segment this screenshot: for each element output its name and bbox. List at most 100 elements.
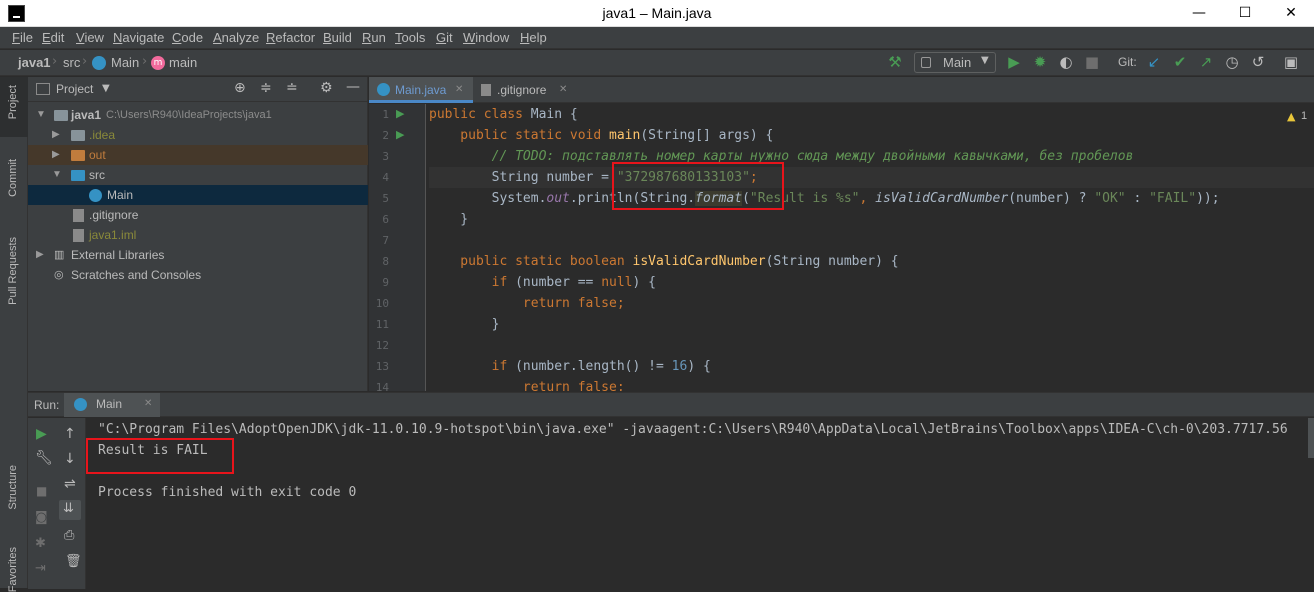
- stop-icon[interactable]: ■: [36, 484, 47, 498]
- arrow-down-icon[interactable]: ↓: [64, 451, 76, 467]
- settings-icon[interactable]: ✱: [35, 536, 46, 551]
- menu-build[interactable]: Build: [323, 30, 352, 45]
- coverage-icon[interactable]: ◐: [1057, 53, 1075, 71]
- menu-bar: File Edit View Navigate Code Analyze Ref…: [0, 27, 1314, 49]
- line-number: 8: [382, 255, 389, 268]
- run-tab-main[interactable]: Main ✕: [64, 393, 160, 417]
- breadcrumb-src[interactable]: src: [63, 55, 80, 70]
- menu-view[interactable]: View: [76, 30, 104, 45]
- menu-tools[interactable]: Tools: [395, 30, 425, 45]
- menu-analyze[interactable]: Analyze: [213, 30, 259, 45]
- run-configuration-select[interactable]: Main ▼: [914, 52, 996, 73]
- tab-main-java[interactable]: Main.java ✕: [369, 77, 473, 103]
- locate-file-icon[interactable]: ⊕: [234, 80, 246, 96]
- breadcrumb-method[interactable]: main: [169, 55, 197, 70]
- rollback-icon[interactable]: ↺: [1249, 53, 1267, 71]
- hide-icon[interactable]: —: [346, 79, 360, 95]
- scratches-icon: ◎: [54, 269, 64, 281]
- minimize-button[interactable]: —: [1176, 0, 1222, 27]
- tree-item-out[interactable]: ▶ out: [28, 145, 368, 165]
- breadcrumb-project[interactable]: java1: [18, 55, 51, 70]
- tool-tab-structure[interactable]: Structure: [7, 465, 19, 510]
- maximize-button[interactable]: ☐: [1222, 0, 1268, 27]
- gear-icon[interactable]: ⚙: [320, 80, 333, 96]
- window-title: java1 – Main.java: [602, 5, 712, 21]
- menu-code[interactable]: Code: [172, 30, 203, 45]
- debug-icon[interactable]: ✹: [1031, 53, 1049, 71]
- trash-icon[interactable]: 🗑︎: [65, 554, 82, 569]
- tree-item-idea[interactable]: ▶ .idea: [28, 125, 368, 145]
- print-icon[interactable]: ⎙: [64, 528, 74, 543]
- code-line: }: [429, 212, 469, 227]
- git-update-icon[interactable]: ↙: [1145, 53, 1163, 71]
- code-area[interactable]: public class Main { public static void m…: [429, 104, 1314, 391]
- expand-all-icon[interactable]: ≑: [260, 80, 272, 96]
- camera-icon[interactable]: ◙: [35, 510, 48, 525]
- wrench-icon[interactable]: 🔧︎: [35, 450, 53, 466]
- git-commit-icon[interactable]: ✔: [1171, 53, 1189, 71]
- code-editor: Main.java ✕ .gitignore ✕ 1 2 3 4 5 6 7 8…: [369, 77, 1314, 394]
- run-gutter-icon[interactable]: ▶: [396, 107, 404, 120]
- menu-run[interactable]: Run: [362, 30, 386, 45]
- run-label: Run:: [34, 398, 60, 412]
- tree-item-iml[interactable]: java1.iml: [28, 225, 368, 245]
- git-push-icon[interactable]: ↗: [1197, 53, 1215, 71]
- tool-tab-project[interactable]: Project: [7, 85, 19, 119]
- run-icon[interactable]: ▶: [1005, 53, 1023, 71]
- scroll-to-end-icon: ⇊: [63, 501, 74, 516]
- tool-tab-commit[interactable]: Commit: [7, 159, 19, 197]
- menu-git[interactable]: Git: [436, 30, 453, 45]
- tab-gitignore[interactable]: .gitignore ✕: [475, 77, 575, 103]
- stop-icon[interactable]: ■: [1083, 53, 1101, 71]
- tree-item-main[interactable]: Main: [28, 185, 368, 205]
- code-line: if (number.length() != 16) {: [429, 359, 711, 374]
- breadcrumb-class[interactable]: Main: [111, 55, 139, 70]
- chevron-right-icon: ▶: [52, 129, 60, 140]
- run-gutter-icon[interactable]: ▶: [396, 128, 404, 141]
- rerun-icon[interactable]: ▶: [36, 426, 47, 442]
- close-tab-icon[interactable]: ✕: [455, 77, 463, 103]
- tool-tab-pull-requests[interactable]: Pull Requests: [7, 237, 19, 305]
- tool-tab-favorites[interactable]: Favorites: [7, 547, 19, 592]
- line-number: 3: [382, 150, 389, 163]
- tree-item-src[interactable]: ▼ src: [28, 165, 368, 185]
- scroll-to-end-toggle[interactable]: ⇊: [59, 500, 81, 520]
- arrow-up-icon[interactable]: ↑: [64, 426, 76, 442]
- soft-wrap-icon[interactable]: ⇌: [64, 476, 76, 492]
- chevron-down-icon: ▼: [52, 169, 62, 180]
- project-view-icon: [36, 83, 50, 95]
- project-panel-title[interactable]: Project: [56, 82, 93, 96]
- title-bar: java1 – Main.java — ☐ ✕: [0, 0, 1314, 27]
- menu-window[interactable]: Window: [463, 30, 509, 45]
- history-icon[interactable]: ◷: [1223, 53, 1241, 71]
- chevron-right-icon: ▶: [36, 249, 44, 260]
- close-tab-icon[interactable]: ✕: [559, 77, 567, 103]
- scrollbar-thumb[interactable]: [1308, 418, 1314, 458]
- code-line: public class Main {: [429, 107, 578, 122]
- warning-count: 1: [1301, 110, 1308, 122]
- project-panel-header: Project ▼ ⊕ ≑ ≐ ⚙ —: [28, 77, 368, 102]
- code-line: public static void main(String[] args) {: [429, 128, 774, 143]
- class-icon: [377, 83, 390, 96]
- line-number: 12: [375, 339, 389, 352]
- warning-icon[interactable]: ▲: [1287, 110, 1295, 123]
- tree-item-external-libraries[interactable]: ▶ ▥ External Libraries: [28, 245, 368, 265]
- menu-navigate[interactable]: Navigate: [113, 30, 164, 45]
- close-tab-icon[interactable]: ✕: [144, 398, 152, 409]
- tree-label-iml: java1.iml: [89, 228, 137, 242]
- collapse-all-icon[interactable]: ≐: [286, 80, 298, 96]
- editor-tabs: Main.java ✕ .gitignore ✕: [369, 77, 1314, 103]
- menu-file[interactable]: File: [12, 30, 33, 45]
- build-hammer-icon[interactable]: ⚒: [886, 53, 904, 71]
- close-button[interactable]: ✕: [1268, 0, 1314, 27]
- exit-icon[interactable]: ⇥: [35, 561, 46, 576]
- tree-root-name: java1: [71, 108, 102, 122]
- tree-item-scratches[interactable]: ◎ Scratches and Consoles: [28, 265, 368, 285]
- menu-help[interactable]: Help: [520, 30, 547, 45]
- project-structure-icon[interactable]: ▣: [1282, 53, 1300, 71]
- chevron-down-icon[interactable]: ▼: [102, 83, 110, 94]
- menu-edit[interactable]: Edit: [42, 30, 64, 45]
- tree-item-gitignore[interactable]: .gitignore: [28, 205, 368, 225]
- tree-item-root[interactable]: ▼ java1 C:\Users\R940\IdeaProjects\java1: [28, 105, 368, 125]
- menu-refactor[interactable]: Refactor: [266, 30, 315, 45]
